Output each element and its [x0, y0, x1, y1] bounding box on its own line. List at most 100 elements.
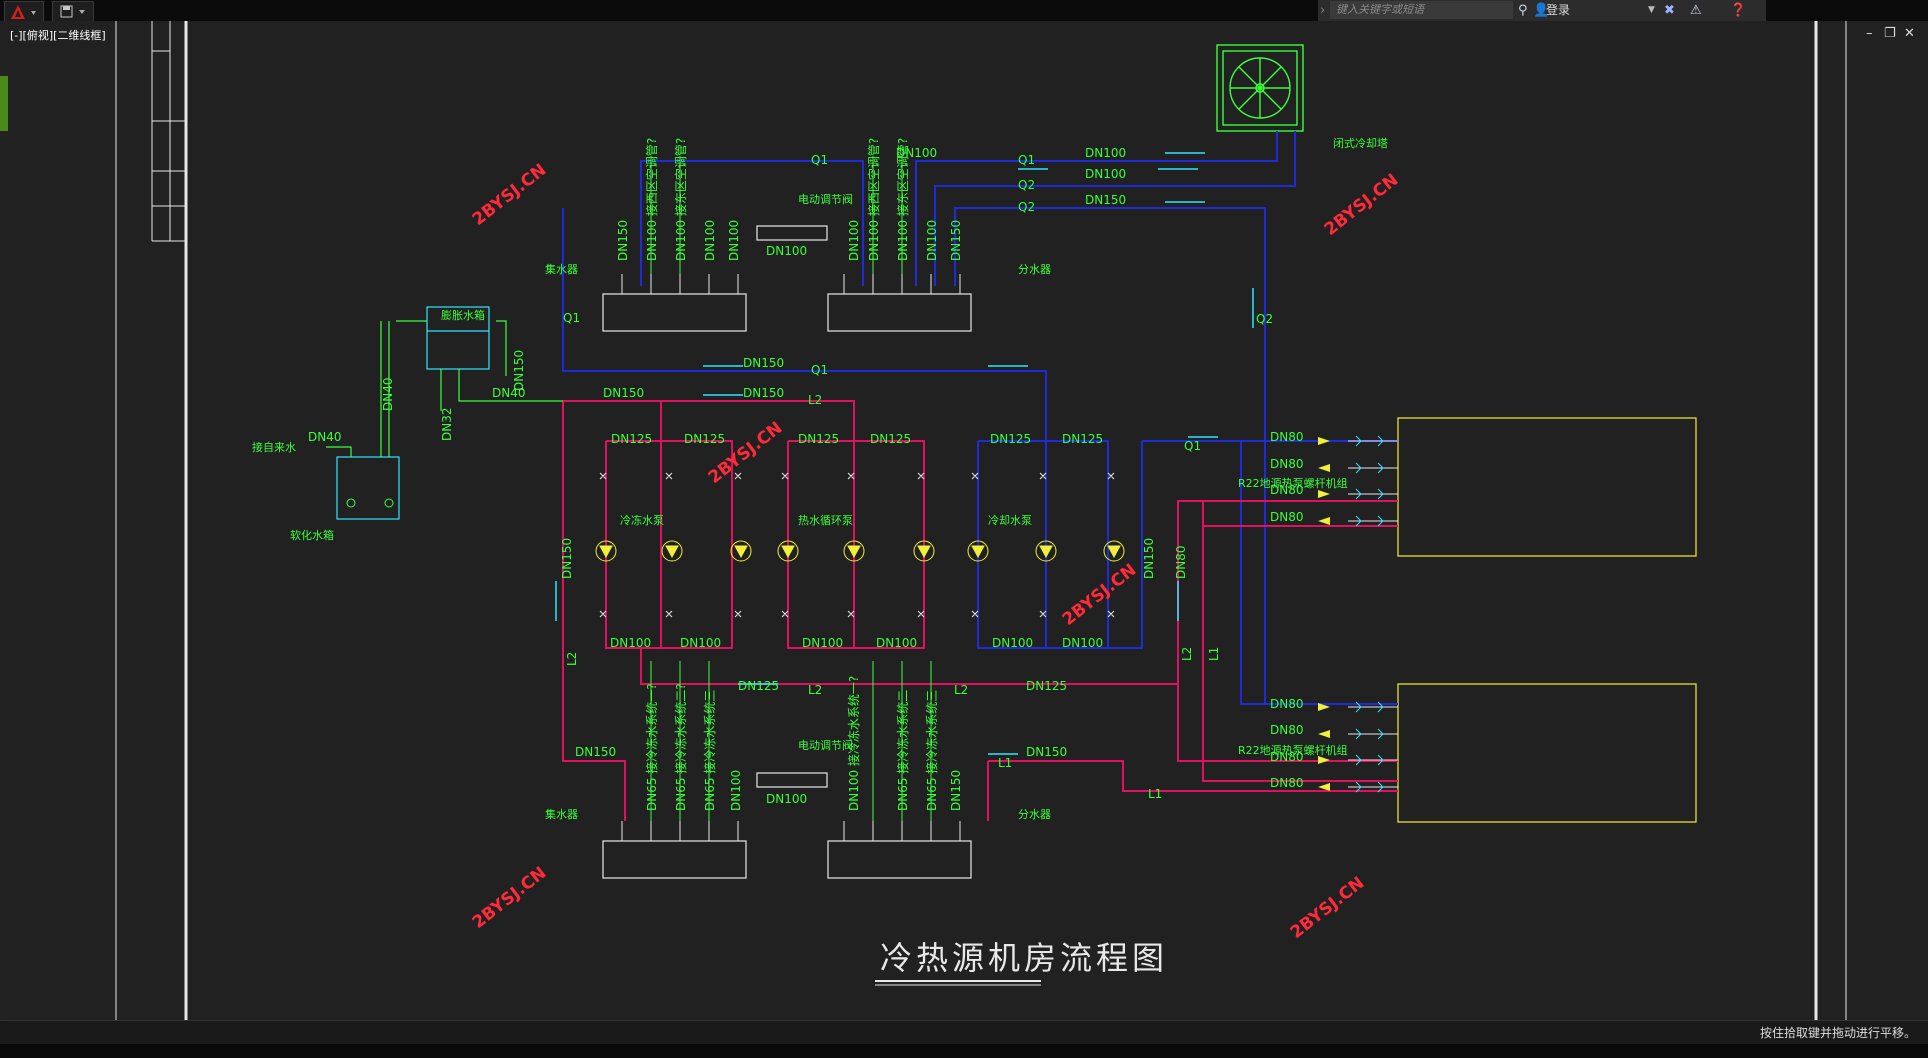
status-bar	[0, 1020, 1928, 1045]
label-dn125-b: DN125	[684, 432, 725, 446]
drawing-canvas[interactable]: R22地源热泵螺杆机组 R22地源热泵螺杆机组 膨胀水箱 软化水箱 闭式冷却塔 …	[8, 21, 1928, 1020]
pumps	[595, 540, 1125, 562]
vlabel-top-left-c: DN100 接东区空调管?	[673, 138, 688, 261]
collector-bottom	[602, 840, 747, 879]
label-dn100-h: DN100	[992, 636, 1033, 650]
unit-connectors	[1348, 440, 1398, 788]
vlabel-bot-left-d: DN100	[729, 770, 743, 811]
pump-group-3-label: 冷却水泵	[988, 514, 1032, 527]
label-dn80-f: DN80	[1270, 723, 1304, 737]
label-dn80-c: DN80	[1270, 483, 1304, 497]
makeup-water-label: 接自来水	[252, 441, 296, 454]
vlabel-l2-left: L2	[565, 652, 579, 666]
left-strip	[0, 21, 8, 1058]
vlabel-bot-right-b: DN65 接冷冻水系统二	[895, 690, 910, 811]
drawing-svg[interactable]: R22地源热泵螺杆机组 R22地源热泵螺杆机组 膨胀水箱 软化水箱 闭式冷却塔 …	[8, 21, 1928, 1020]
label-dn125-a: DN125	[611, 432, 652, 446]
left-strip-green	[0, 76, 8, 131]
distributor-top	[827, 293, 972, 332]
label-q1-a: Q1	[811, 153, 828, 167]
distributor-bottom	[827, 840, 972, 879]
label-dn150-c: DN150	[603, 386, 644, 400]
chevron-down-icon[interactable]: ▼	[1648, 2, 1655, 19]
vlabel-bot-right-a: DN100 接冷冻水系统一?	[846, 676, 861, 811]
label-dn80-a: DN80	[1270, 430, 1304, 444]
vertical-labels: DN150 DN100 接西区空调管? DN100 接东区空调管? DN100 …	[381, 138, 1221, 811]
vlabel-dn150-left: DN150	[560, 538, 574, 579]
softened-water-tank	[336, 456, 400, 520]
vlabel-top-right-e: DN150	[949, 220, 963, 261]
pump-group-1-label: 冷冻水泵	[620, 513, 664, 527]
vlabel-dn80: DN80	[1174, 546, 1188, 580]
label-dn150-f: DN150	[1026, 745, 1067, 759]
label-dn100-f: DN100	[802, 636, 843, 650]
flow-arrows	[1318, 437, 1330, 791]
label-dn100-d: DN100	[610, 636, 651, 650]
minimize-icon[interactable]: –	[1866, 26, 1873, 41]
binoculars-icon[interactable]: ⚲	[1518, 2, 1528, 19]
label-q2-b: Q2	[1018, 200, 1035, 214]
watermark-3: 2BYSJ.CN	[705, 418, 787, 488]
label-dn150-d: DN150	[743, 386, 784, 400]
vlabel-top-left-b: DN100 接西区空调管?	[644, 138, 659, 261]
label-l2-a: L2	[808, 393, 822, 407]
valve-dn100-top: DN100	[766, 244, 807, 258]
login-button[interactable]: 登录	[1546, 0, 1570, 21]
watermark-6: 2BYSJ.CN	[1287, 873, 1369, 943]
label-l1-b: L1	[1148, 787, 1162, 801]
drawing-title: 冷热源机房流程图	[880, 939, 1168, 977]
valve-top-label: 电动调节阀	[798, 192, 853, 206]
vlabel-top-right-a: DN100	[847, 220, 861, 261]
cooling-pipes	[562, 131, 1398, 705]
exchange-icon[interactable]: ✖	[1664, 2, 1675, 19]
vlabel-bot-left-c: DN65 接冷冻水系统三	[702, 690, 717, 811]
watermark-1: 2BYSJ.CN	[469, 160, 551, 230]
vlabel-top-left-a: DN150	[616, 220, 630, 261]
app-logo-button[interactable]	[4, 1, 44, 22]
pump-group-2-label: 热水循环泵	[798, 514, 853, 527]
label-dn100-g: DN100	[876, 636, 917, 650]
restore-icon[interactable]: ❐	[1884, 26, 1896, 41]
label-q1-e: Q1	[1184, 439, 1201, 453]
cooling-tower	[1216, 44, 1304, 132]
label-dn125-f: DN125	[1062, 432, 1103, 446]
a360-icon[interactable]: ⚠	[1690, 2, 1702, 19]
label-dn150-e: DN150	[575, 745, 616, 759]
label-l2-c: L2	[954, 683, 968, 697]
label-q1-b: Q1	[1018, 153, 1035, 167]
quick-access-save-button[interactable]	[52, 1, 94, 22]
expansion-tank-label: 膨胀水箱	[441, 308, 485, 322]
vlabel-l1-right: L1	[1207, 647, 1221, 661]
bottom-strip	[0, 1044, 1928, 1058]
vlabel-dn150-right: DN150	[1142, 538, 1156, 579]
watermark-5: 2BYSJ.CN	[469, 863, 551, 933]
label-q1-d: Q1	[811, 363, 828, 377]
autocad-logo-icon	[11, 4, 36, 19]
vlabel-top-left-e: DN100	[727, 220, 741, 261]
label-dn80-g: DN80	[1270, 750, 1304, 764]
unit-valve-groups	[1355, 435, 1384, 793]
tanks	[336, 306, 490, 520]
label-dn100-c: DN100	[1085, 167, 1126, 181]
label-dn150-b: DN150	[743, 356, 784, 370]
vlabel-dn40: DN40	[381, 378, 395, 412]
heat-pump-unit-1	[1397, 417, 1697, 557]
close-icon[interactable]: ✕	[1904, 26, 1915, 41]
heat-pump-units	[1397, 417, 1697, 823]
save-icon	[60, 5, 85, 17]
label-dn125-c: DN125	[798, 432, 839, 446]
vlabel-bot-right-d: DN150	[949, 770, 963, 811]
collector-top	[602, 293, 747, 332]
heat-pump-unit-2	[1397, 683, 1697, 823]
label-dn150-a: DN150	[1085, 193, 1126, 207]
distributor-top-label: 分水器	[1018, 263, 1051, 276]
expand-arrow-icon[interactable]: ›	[1320, 2, 1325, 19]
label-q2-a: Q2	[1018, 178, 1035, 192]
help-icon[interactable]: ❓	[1730, 2, 1746, 19]
search-input[interactable]: 键入关键字或短语	[1330, 1, 1513, 19]
viewport-controls[interactable]: [-][俯视][二维线框]	[10, 27, 106, 43]
vlabel-dn150-exp: DN150	[512, 350, 526, 391]
label-dn80-b: DN80	[1270, 457, 1304, 471]
title-bar: › 键入关键字或短语 ⚲ 👤 登录 ▼ ✖ ⚠ ❓	[0, 0, 1928, 22]
label-q1-c: Q1	[563, 311, 580, 325]
